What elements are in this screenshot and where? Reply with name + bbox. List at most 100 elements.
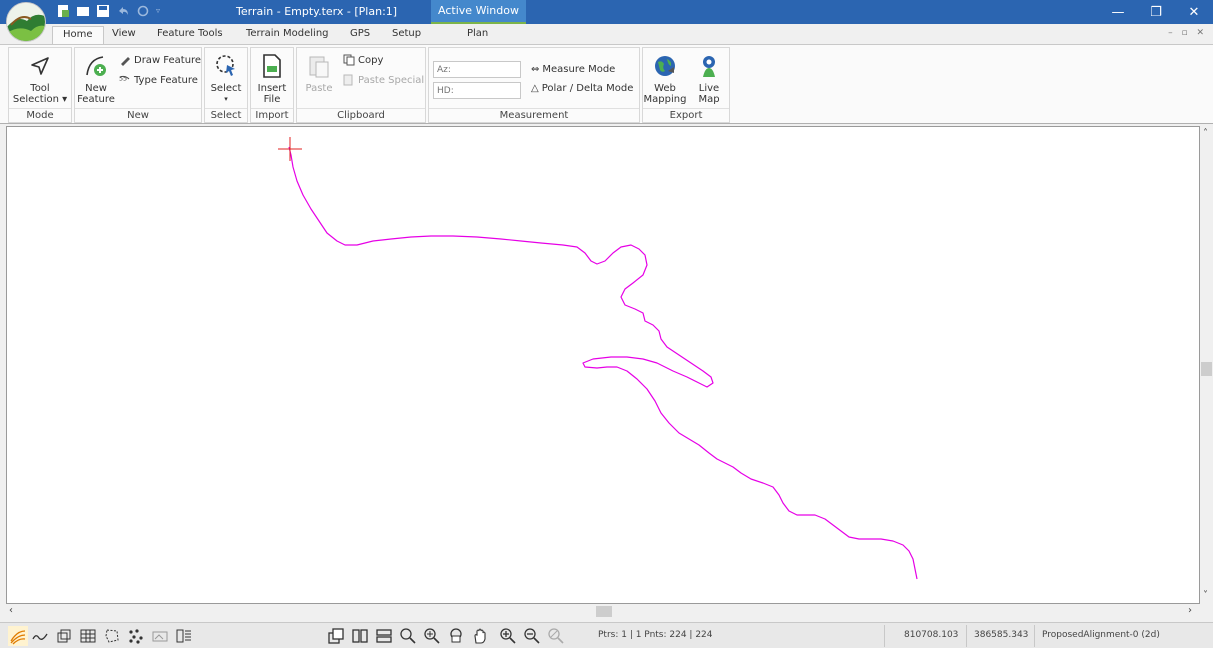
group-measurement: ⇔ Measure Mode △ Polar / Delta Mode Meas… <box>428 47 640 123</box>
svg-text:⁵⁵: ⁵⁵ <box>119 76 127 86</box>
zoom-extents-icon[interactable] <box>422 626 442 646</box>
azimuth-field[interactable] <box>433 61 521 78</box>
close-button[interactable]: ✕ <box>1175 0 1213 24</box>
active-window-tab: Active Window <box>431 0 526 24</box>
measure-mode-label: Measure Mode <box>542 64 616 75</box>
crosshair-cursor-icon <box>278 137 302 161</box>
draw-feature-button[interactable]: Draw Feature <box>119 54 201 66</box>
select-button[interactable]: Select ▾ <box>205 52 247 105</box>
group-export: Web Mapping Live Map Export <box>642 47 730 123</box>
new-feature-icon <box>82 52 110 80</box>
paste-label: Paste <box>305 83 333 94</box>
measure-mode-button[interactable]: ⇔ Measure Mode <box>531 64 615 75</box>
tool-selection-label: Tool Selection ▾ <box>12 83 68 105</box>
tool-selection-button[interactable]: Tool Selection ▾ <box>9 52 71 105</box>
paste-special-label: Paste Special <box>358 74 425 86</box>
layers-list-icon[interactable] <box>174 626 194 646</box>
mdi-window-controls[interactable]: – ▫ ✕ <box>1168 28 1207 38</box>
save-icon[interactable] <box>96 4 110 18</box>
app-logo-icon[interactable] <box>6 2 46 42</box>
boundary-icon[interactable] <box>102 626 122 646</box>
type-feature-button[interactable]: ⁵⁵ Type Feature <box>119 74 198 87</box>
new-feature-button[interactable]: New Feature <box>75 52 117 105</box>
open-file-icon[interactable] <box>76 4 90 18</box>
zoom-previous-icon[interactable] <box>546 626 566 646</box>
tab-feature-tools[interactable]: Feature Tools <box>157 28 223 39</box>
select-lasso-icon <box>212 52 240 80</box>
easting-readout: 810708.103 <box>904 630 959 640</box>
tab-view[interactable]: View <box>112 28 136 39</box>
zoom-lock-icon[interactable] <box>446 626 466 646</box>
live-map-button[interactable]: Live Map <box>689 52 729 105</box>
group-label-select: Select <box>205 108 247 122</box>
scroll-up-icon[interactable]: ˄ <box>1203 128 1208 139</box>
insert-file-icon <box>258 52 286 80</box>
restore-button[interactable]: ❐ <box>1137 0 1175 24</box>
measure-arrows-icon: ⇔ <box>531 64 540 75</box>
cascade-windows-icon[interactable] <box>326 626 346 646</box>
points-icon[interactable] <box>126 626 146 646</box>
group-label-import: Import <box>251 108 293 122</box>
paste-button[interactable]: Paste <box>299 52 339 94</box>
proposed-alignment-line[interactable] <box>288 146 918 580</box>
paste-special-icon <box>343 74 353 86</box>
scroll-right-icon[interactable]: › <box>1188 605 1192 616</box>
polar-delta-mode-button[interactable]: △ Polar / Delta Mode <box>531 83 633 94</box>
grid-icon[interactable] <box>78 626 98 646</box>
image-layer-icon[interactable] <box>150 626 170 646</box>
ribbon-tabs: Home View Feature Tools Terrain Modeling… <box>0 24 1213 44</box>
horizontal-scroll-thumb[interactable] <box>596 606 612 617</box>
minimize-button[interactable]: — <box>1099 0 1137 24</box>
plan-drawing[interactable] <box>7 127 1199 603</box>
zoom-out-icon[interactable] <box>522 626 542 646</box>
select-label: Select <box>210 83 242 94</box>
horizontal-distance-field[interactable] <box>433 82 521 99</box>
web-mapping-button[interactable]: Web Mapping <box>643 52 687 105</box>
select-dropdown-arrow[interactable]: ▾ <box>205 94 247 105</box>
ribbon: Tool Selection ▾ Mode New Feature Draw F… <box>0 44 1213 124</box>
profile-line-icon[interactable] <box>30 626 50 646</box>
zoom-window-icon[interactable] <box>398 626 418 646</box>
tab-plan[interactable]: Plan <box>467 28 488 39</box>
group-label-clipboard: Clipboard <box>297 108 425 122</box>
live-map-icon <box>695 52 723 80</box>
scroll-left-icon[interactable]: ‹ <box>9 605 13 616</box>
tile-vertical-icon[interactable] <box>350 626 370 646</box>
undo-icon[interactable] <box>116 4 130 18</box>
horizontal-scrollbar[interactable]: ‹ › <box>6 604 1200 620</box>
group-select: Select ▾ Select <box>204 47 248 123</box>
insert-file-button[interactable]: Insert File <box>251 52 293 105</box>
new-file-icon[interactable] <box>56 4 70 18</box>
title-bar: ▿ Terrain - Empty.terx - [Plan:1] Active… <box>0 0 1213 24</box>
copy-label: Copy <box>358 54 384 66</box>
paste-icon <box>305 52 333 80</box>
vertical-scroll-thumb[interactable] <box>1201 362 1212 376</box>
status-separator <box>966 625 967 647</box>
pencil-icon <box>121 57 130 66</box>
zoom-in-icon[interactable] <box>498 626 518 646</box>
redo-icon[interactable] <box>136 4 150 18</box>
tile-horizontal-icon[interactable] <box>374 626 394 646</box>
group-label-new: New <box>75 108 201 122</box>
status-separator <box>1034 625 1035 647</box>
vertical-scrollbar[interactable]: ˄ ˅ <box>1200 126 1213 604</box>
tab-home[interactable]: Home <box>52 26 104 44</box>
contours-icon[interactable] <box>8 626 28 646</box>
draw-feature-label: Draw Feature <box>134 54 202 66</box>
customize-toolbar-icon[interactable]: ▿ <box>156 4 170 18</box>
tab-terrain-modeling[interactable]: Terrain Modeling <box>246 28 329 39</box>
tab-gps[interactable]: GPS <box>350 28 370 39</box>
plan-view-canvas[interactable] <box>6 126 1200 604</box>
group-import: Insert File Import <box>250 47 294 123</box>
type-feature-icon: ⁵⁵ <box>119 75 130 86</box>
northing-readout: 386585.343 <box>974 630 1029 640</box>
live-map-label: Live Map <box>698 83 720 105</box>
copy-button[interactable]: Copy <box>343 54 383 66</box>
scroll-down-icon[interactable]: ˅ <box>1203 590 1208 601</box>
tab-setup[interactable]: Setup <box>392 28 421 39</box>
points-info-text: Ptrs: 1 | 1 Pnts: 224 | 224 <box>598 630 713 640</box>
3d-box-icon[interactable] <box>54 626 74 646</box>
web-mapping-label: Web Mapping <box>643 83 687 105</box>
pan-hand-icon[interactable] <box>470 626 490 646</box>
paste-special-button[interactable]: Paste Special <box>343 74 424 86</box>
